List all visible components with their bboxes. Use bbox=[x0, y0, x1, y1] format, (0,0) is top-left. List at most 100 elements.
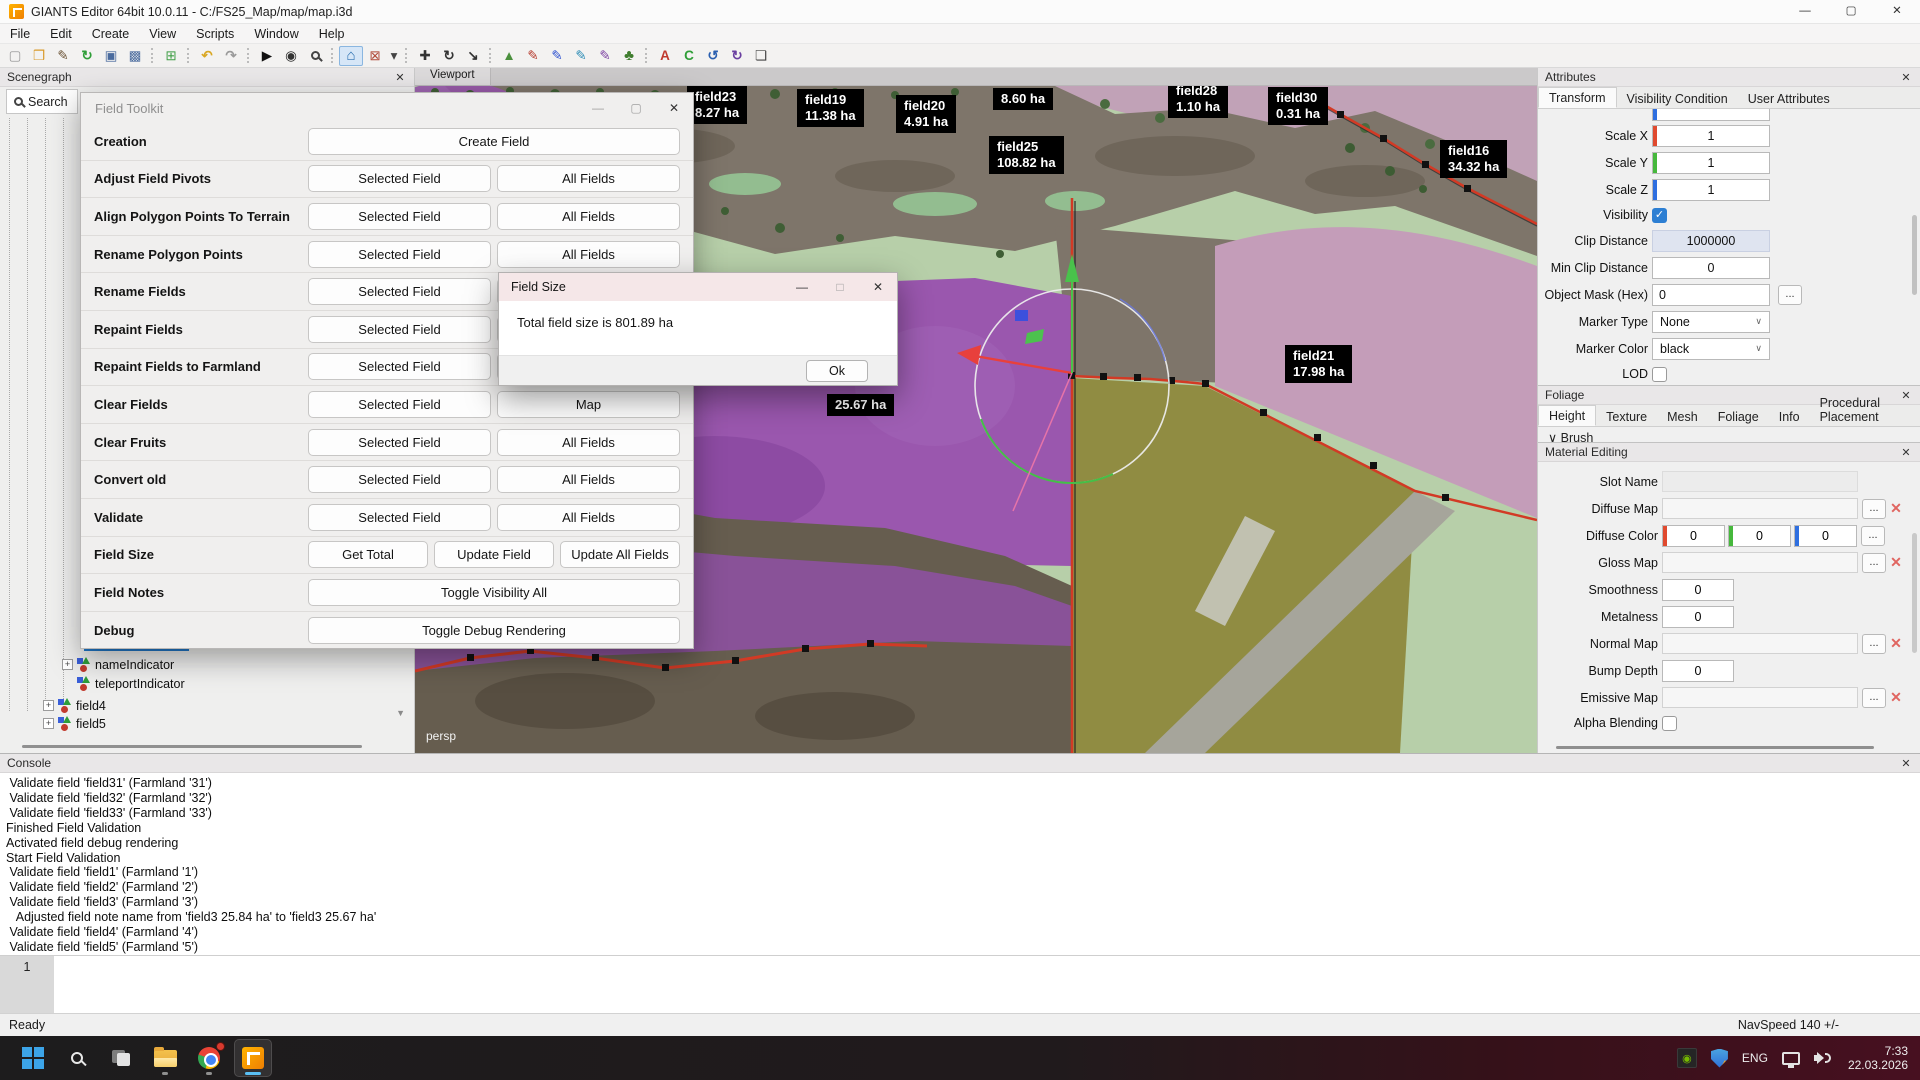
search-input[interactable]: Search bbox=[6, 89, 78, 114]
tree-item-field5[interactable]: + field5 bbox=[43, 715, 106, 732]
reload-textures-icon[interactable]: C bbox=[677, 46, 701, 66]
menu-edit[interactable]: Edit bbox=[40, 26, 82, 42]
terrain-info-paint-icon[interactable]: ✎ bbox=[569, 46, 593, 66]
toggle-visibility-all-button[interactable]: Toggle Visibility All bbox=[308, 579, 680, 606]
min-clip-distance-input[interactable]: 0 bbox=[1652, 257, 1770, 279]
console-close-icon[interactable]: ✕ bbox=[1899, 757, 1913, 770]
menu-window[interactable]: Window bbox=[244, 26, 308, 42]
tab-height[interactable]: Height bbox=[1538, 405, 1596, 426]
selected-field-button[interactable]: Selected Field bbox=[308, 316, 491, 343]
diffuse-map-browse-button[interactable]: ... bbox=[1862, 499, 1886, 519]
attributes-close-icon[interactable]: ✕ bbox=[1899, 71, 1913, 84]
play-icon[interactable]: ▶ bbox=[255, 46, 279, 66]
visibility-checkbox[interactable]: ✓ bbox=[1652, 208, 1667, 223]
expander-icon[interactable]: + bbox=[62, 659, 73, 670]
tree-placement-icon[interactable]: ♣ bbox=[617, 46, 641, 66]
selected-field-button[interactable]: Selected Field bbox=[308, 391, 491, 418]
bump-depth-input[interactable]: 0 bbox=[1662, 660, 1734, 682]
clipped-input[interactable] bbox=[1652, 109, 1770, 121]
open-folder-icon[interactable]: ❒ bbox=[27, 46, 51, 66]
tab-mesh[interactable]: Mesh bbox=[1657, 407, 1708, 426]
diffuse-color-b-input[interactable]: 0 bbox=[1794, 525, 1857, 547]
scale-tool-icon[interactable]: ↘ bbox=[461, 46, 485, 66]
nvidia-tray-icon[interactable]: ◉ bbox=[1677, 1048, 1697, 1068]
tab-viewport[interactable]: Viewport bbox=[415, 68, 491, 85]
chrome-button[interactable] bbox=[190, 1039, 228, 1077]
undo-icon[interactable]: ↶ bbox=[195, 46, 219, 66]
dialog-minimize-button[interactable]: — bbox=[783, 273, 821, 301]
dialog-minimize-button[interactable]: — bbox=[579, 93, 617, 123]
gloss-map-browse-button[interactable]: ... bbox=[1862, 553, 1886, 573]
file-explorer-button[interactable] bbox=[146, 1039, 184, 1077]
field-size-titlebar[interactable]: Field Size — □ ✕ bbox=[499, 273, 897, 301]
create-field-button[interactable]: Create Field bbox=[308, 128, 680, 155]
edit-scene-icon[interactable]: ✎ bbox=[51, 46, 75, 66]
selected-field-button[interactable]: Selected Field bbox=[308, 241, 491, 268]
field-toolkit-titlebar[interactable]: Field Toolkit — ▢ ✕ bbox=[81, 93, 693, 123]
taskbar-clock[interactable]: 7:33 22.03.2026 bbox=[1848, 1044, 1908, 1072]
camera-toggle-icon[interactable]: ⊠ bbox=[363, 46, 387, 66]
selected-field-button[interactable]: Selected Field bbox=[308, 353, 491, 380]
language-indicator[interactable]: ENG bbox=[1742, 1051, 1768, 1065]
diffuse-map-clear-icon[interactable]: ✕ bbox=[1886, 500, 1906, 517]
diffuse-color-picker-button[interactable]: ... bbox=[1861, 526, 1885, 546]
emissive-map-input[interactable] bbox=[1662, 687, 1858, 708]
selected-field-button[interactable]: Selected Field bbox=[308, 429, 491, 456]
tree-item-nameindicator[interactable]: + nameIndicator bbox=[62, 656, 174, 673]
update-field-button[interactable]: Update Field bbox=[434, 541, 554, 568]
zoom-icon[interactable] bbox=[303, 46, 327, 66]
text-tool-icon[interactable]: A bbox=[653, 46, 677, 66]
all-fields-button[interactable]: All Fields bbox=[497, 241, 680, 268]
start-button[interactable] bbox=[14, 1039, 52, 1077]
save-icon[interactable]: ▣ bbox=[99, 46, 123, 66]
tree-item-teleportindicator[interactable]: teleportIndicator bbox=[77, 675, 185, 692]
object-mask-more-button[interactable]: ... bbox=[1778, 285, 1802, 305]
tab-procedural-placement[interactable]: Procedural Placement bbox=[1810, 393, 1920, 426]
all-fields-button[interactable]: All Fields bbox=[497, 429, 680, 456]
move-tool-icon[interactable]: ✚ bbox=[413, 46, 437, 66]
normal-map-browse-button[interactable]: ... bbox=[1862, 634, 1886, 654]
export-icon[interactable]: ❏ bbox=[749, 46, 773, 66]
normal-map-clear-icon[interactable]: ✕ bbox=[1886, 635, 1906, 652]
rotate-tool-ic­on[interactable]: ↻ bbox=[437, 46, 461, 66]
task-view-button[interactable] bbox=[102, 1039, 140, 1077]
map-button[interactable]: Map bbox=[497, 391, 680, 418]
selected-field-button[interactable]: Selected Field bbox=[308, 504, 491, 531]
clip-distance-input[interactable]: 1000000 bbox=[1652, 230, 1770, 252]
new-file-icon[interactable]: ▢ bbox=[3, 46, 27, 66]
menu-help[interactable]: Help bbox=[309, 26, 355, 42]
object-mask-input[interactable]: 0 bbox=[1652, 284, 1770, 306]
gloss-map-input[interactable] bbox=[1662, 552, 1858, 573]
foliage-paint-icon[interactable]: ✎ bbox=[545, 46, 569, 66]
security-shield-tray-icon[interactable] bbox=[1711, 1049, 1728, 1068]
tab-foliage[interactable]: Foliage bbox=[1708, 407, 1769, 426]
volume-tray-icon[interactable] bbox=[1814, 1050, 1834, 1066]
diffuse-color-r-input[interactable]: 0 bbox=[1662, 525, 1725, 547]
vertical-scrollbar[interactable] bbox=[1912, 215, 1917, 295]
taskbar-search-button[interactable] bbox=[58, 1039, 96, 1077]
all-fields-button[interactable]: All Fields bbox=[497, 504, 680, 531]
get-total-button[interactable]: Get Total bbox=[308, 541, 428, 568]
tab-texture[interactable]: Texture bbox=[1596, 407, 1657, 426]
marker-color-dropdown[interactable]: black∨ bbox=[1652, 338, 1770, 360]
script-editor-input[interactable] bbox=[54, 956, 1920, 1013]
scale-z-input[interactable]: 1 bbox=[1652, 179, 1770, 201]
tab-visibility-condition[interactable]: Visibility Condition bbox=[1617, 89, 1738, 108]
smoothness-input[interactable]: 0 bbox=[1662, 579, 1734, 601]
metalness-input[interactable]: 0 bbox=[1662, 606, 1734, 628]
marker-type-dropdown[interactable]: None∨ bbox=[1652, 311, 1770, 333]
window-close-button[interactable]: ✕ bbox=[1874, 0, 1920, 24]
network-tray-icon[interactable] bbox=[1782, 1052, 1800, 1065]
emissive-map-browse-button[interactable]: ... bbox=[1862, 688, 1886, 708]
scale-x-input[interactable]: 1 bbox=[1652, 125, 1770, 147]
lod-checkbox[interactable] bbox=[1652, 367, 1667, 382]
menu-view[interactable]: View bbox=[139, 26, 186, 42]
brush-section-header[interactable]: ∨ Brush bbox=[1538, 427, 1920, 443]
selected-field-button[interactable]: Selected Field bbox=[308, 278, 491, 305]
vertical-scrollbar[interactable] bbox=[1912, 533, 1917, 653]
farmland-paint-icon[interactable]: ✎ bbox=[593, 46, 617, 66]
update-all-fields-button[interactable]: Update All Fields bbox=[560, 541, 680, 568]
normal-map-input[interactable] bbox=[1662, 633, 1858, 654]
camera-dropdown-icon[interactable]: ▾ bbox=[387, 46, 401, 66]
expander-icon[interactable]: + bbox=[43, 718, 54, 729]
